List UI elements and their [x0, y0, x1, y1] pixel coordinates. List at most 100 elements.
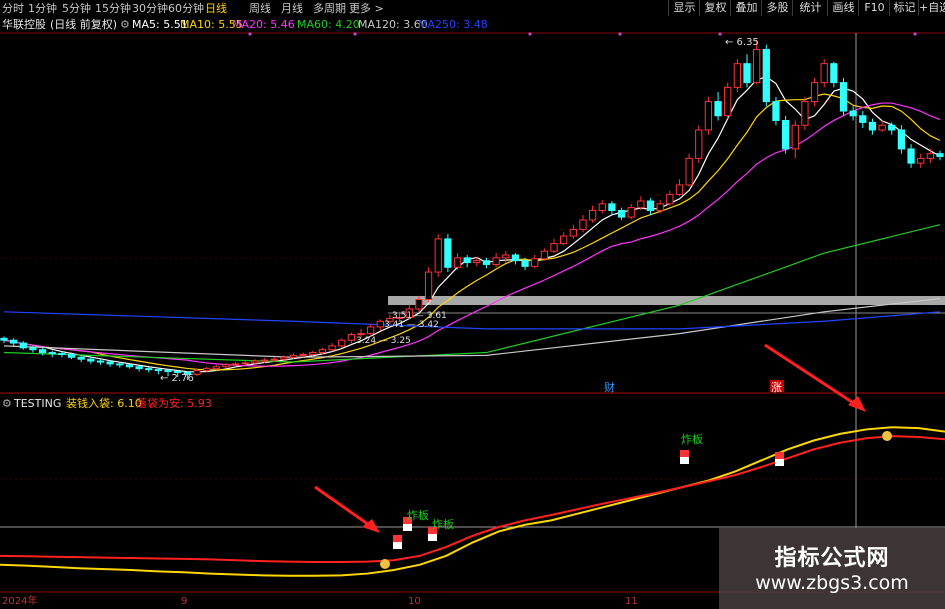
candle-body: [347, 334, 356, 341]
candle-body: [135, 366, 143, 370]
zha-label: 炸板: [681, 432, 703, 446]
candle-body: [77, 356, 85, 360]
candle-body: [685, 157, 693, 186]
candle-body: [299, 353, 307, 356]
candle-body: [608, 203, 616, 211]
candle-body: [260, 359, 269, 362]
candle-body: [415, 298, 423, 310]
signal-dot: [528, 32, 532, 36]
candle-body: [29, 347, 37, 351]
candle-body: [521, 260, 529, 267]
watermark-box: 指标公式网 www.zbgs3.com: [719, 528, 945, 609]
candle-body: [434, 238, 442, 273]
date-label: 2024年: [2, 596, 38, 607]
candle-body: [125, 364, 134, 368]
signal-dot: [248, 32, 252, 36]
marker-cai: 财: [604, 380, 615, 394]
candle-body: [502, 254, 510, 259]
candle-body: [907, 148, 915, 164]
indicator-label-2: 落袋为安: 5.93: [136, 397, 212, 410]
candle-body: [878, 124, 886, 131]
candle-body: [839, 82, 848, 112]
candle-body: [917, 157, 925, 164]
candle-body: [868, 121, 877, 131]
candle-body: [762, 48, 770, 103]
date-label: 9: [181, 596, 188, 607]
candle-body: [367, 326, 375, 335]
price-annotation: 3.24 — 3.25: [356, 336, 411, 346]
signal-box-bottom: [403, 524, 412, 531]
stock-chart-window: 分时 1分钟 5分钟 15分钟 30分钟 60分钟 日线 周线 月线 多周期 更多 > 显示 复权 叠加多…: [0, 0, 945, 609]
marker-zhang: 涨: [771, 381, 782, 394]
candle-body: [212, 366, 220, 370]
indicator-name[interactable]: TESTING: [14, 396, 61, 412]
candle-body: [646, 200, 655, 211]
candle-body: [579, 219, 587, 230]
candle-body: [67, 353, 76, 358]
candle-body: [704, 101, 713, 131]
candle-body: [444, 238, 452, 268]
candle-body: [598, 203, 606, 211]
candle-body: [10, 339, 18, 344]
candle-body: [849, 110, 857, 117]
candle-body: [637, 200, 645, 209]
candle-body: [540, 250, 549, 260]
candle-body: [714, 101, 722, 117]
watermark-title: 指标公式网: [774, 546, 890, 571]
candle-body: [588, 209, 597, 221]
candle-body: [463, 257, 471, 264]
candle-body: [164, 370, 172, 373]
candle-body: [810, 82, 819, 103]
candle-body: [38, 349, 47, 354]
signal-dot: [353, 32, 357, 36]
candle-body: [328, 345, 336, 351]
candle-body: [675, 184, 684, 195]
signal-box-bottom: [775, 459, 784, 466]
candle-body: [897, 129, 906, 150]
annotation-arrow: [764, 343, 859, 408]
candle-body: [270, 358, 278, 361]
candle-body: [695, 129, 703, 159]
ma60-line: [3, 224, 941, 363]
candle-body: [743, 63, 751, 84]
candle-body: [733, 63, 741, 88]
money-bag-icon: [882, 431, 892, 441]
candle-body: [859, 115, 867, 123]
candle-body: [231, 363, 240, 366]
price-annotation: 3.41 — 3.42: [384, 320, 439, 330]
candle-body: [48, 352, 56, 355]
candle-body: [203, 368, 211, 372]
annotation-arrow: [314, 485, 373, 529]
signal-dot: [718, 32, 722, 36]
zha-label: 炸板: [407, 508, 429, 522]
candle-body: [936, 153, 944, 157]
candle-body: [801, 101, 809, 126]
candle-body: [19, 342, 27, 349]
candle-body: [888, 124, 896, 131]
candle-body: [473, 260, 481, 264]
candle-body: [0, 337, 8, 341]
indicator-label-1: 装钱入袋: 6.10: [66, 397, 142, 410]
candle-body: [251, 360, 259, 364]
candle-body: [106, 361, 114, 365]
candle-body: [531, 258, 539, 267]
signal-box-top: [680, 450, 689, 457]
watermark-url: www.zbgs3.com: [755, 572, 909, 594]
date-label: 11: [625, 596, 638, 607]
candle-body: [511, 254, 520, 262]
signal-box-bottom: [393, 542, 402, 549]
candle-body: [724, 86, 732, 117]
ma5-line: [3, 76, 941, 373]
support-band: [388, 296, 945, 305]
indicator-gear-icon[interactable]: ⚙: [2, 396, 12, 412]
signal-dot: [618, 32, 622, 36]
candle-body: [627, 207, 635, 218]
candle-body: [222, 364, 230, 368]
ma250-line: [3, 311, 941, 330]
candle-body: [453, 257, 462, 268]
candle-body: [116, 363, 124, 366]
candle-body: [617, 209, 626, 218]
candle-body: [569, 228, 577, 237]
candle-body: [772, 101, 780, 122]
candle-body: [781, 120, 790, 150]
